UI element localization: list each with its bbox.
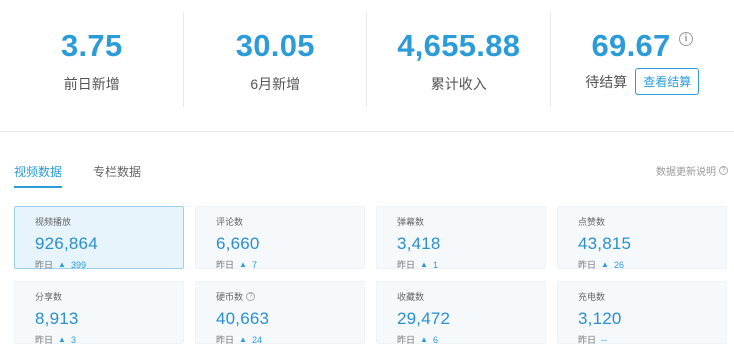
stat-value: 4,655.88 — [397, 28, 521, 63]
update-note-label: 数据更新说明 — [656, 167, 716, 178]
metric-value: 6,660 — [216, 234, 260, 253]
stat-label: 累计收入 — [430, 76, 487, 92]
data-tabs: 视频数据 专栏数据 — [14, 163, 141, 188]
arrow-up-icon: ▲ — [601, 260, 609, 269]
metric-delta: -- — [601, 334, 608, 345]
tab-column-data[interactable]: 专栏数据 — [93, 163, 141, 188]
stat-label: 待结算 — [585, 73, 628, 90]
metric-card-coins[interactable]: 硬币数 ? 40,663 昨日 ▲ 24 — [195, 281, 365, 346]
section-divider — [0, 131, 734, 132]
stat-value: 30.05 — [235, 28, 315, 63]
metric-card-shares[interactable]: 分享数 8,913 昨日 ▲ 3 — [14, 281, 184, 346]
stat-month: 30.05 6月新增 — [184, 0, 367, 130]
stat-value: 69.67 — [591, 28, 671, 63]
metric-delta: 1 — [432, 259, 438, 270]
metric-delta: 3 — [70, 334, 76, 345]
metric-delta: 24 — [251, 334, 262, 345]
arrow-up-icon: ▲ — [239, 335, 247, 344]
metric-value: 40,663 — [216, 309, 270, 328]
metric-title: 分享数 — [35, 292, 63, 302]
stat-label: 前日新增 — [63, 76, 120, 92]
stat-previous-day: 3.75 前日新增 — [0, 0, 184, 130]
question-icon[interactable]: ? — [246, 292, 256, 301]
metric-yesterday: 昨日 ▲ 1 — [397, 258, 545, 271]
yesterday-label: 昨日 — [397, 335, 416, 345]
yesterday-label: 昨日 — [216, 260, 235, 270]
metric-yesterday: 昨日 ▲ 24 — [216, 333, 364, 346]
arrow-up-icon: ▲ — [58, 335, 66, 344]
metric-delta: 7 — [251, 259, 257, 270]
metric-title: 收藏数 — [397, 292, 425, 302]
arrow-up-icon: ▲ — [58, 260, 66, 269]
metric-value: 8,913 — [35, 309, 79, 328]
metric-value: 3,120 — [578, 309, 622, 328]
metric-value: 3,418 — [397, 234, 441, 253]
metric-title: 评论数 — [216, 217, 244, 227]
metric-card-charges[interactable]: 充电数 3,120 昨日 -- — [557, 281, 727, 346]
metric-title: 弹幕数 — [397, 217, 425, 227]
metric-card-views[interactable]: 视频播放 926,864 昨日 ▲ 399 — [14, 206, 184, 271]
pending-value-row: 69.67 i — [551, 28, 734, 64]
metric-value: 43,815 — [578, 234, 632, 253]
metric-delta: 399 — [70, 259, 86, 270]
metric-title: 点赞数 — [578, 217, 606, 227]
metric-yesterday: 昨日 ▲ 6 — [397, 333, 545, 346]
yesterday-label: 昨日 — [397, 260, 416, 270]
metric-title: 视频播放 — [35, 217, 72, 227]
yesterday-label: 昨日 — [35, 260, 54, 270]
metric-delta: 26 — [613, 259, 624, 270]
metric-title: 硬币数 — [216, 292, 244, 302]
data-update-note[interactable]: 数据更新说明 ? — [656, 163, 728, 178]
metric-yesterday: 昨日 ▲ 7 — [216, 258, 364, 271]
metric-title: 充电数 — [578, 292, 606, 302]
yesterday-label: 昨日 — [216, 335, 235, 345]
metric-yesterday: 昨日 ▲ 399 — [35, 258, 183, 271]
metric-card-likes[interactable]: 点赞数 43,815 昨日 ▲ 26 — [557, 206, 727, 271]
metric-title-row: 硬币数 ? — [216, 290, 364, 303]
stat-value: 3.75 — [60, 28, 123, 63]
tab-video-data[interactable]: 视频数据 — [14, 163, 63, 188]
metric-yesterday: 昨日 -- — [578, 333, 726, 346]
stat-label: 6月新增 — [250, 76, 301, 92]
stat-total: 4,655.88 累计收入 — [367, 0, 551, 130]
metric-card-comments[interactable]: 评论数 6,660 昨日 ▲ 7 — [195, 206, 365, 271]
income-stats: 3.75 前日新增 30.05 6月新增 4,655.88 累计收入 69.67… — [0, 0, 734, 130]
yesterday-label: 昨日 — [578, 260, 597, 270]
arrow-up-icon: ▲ — [420, 335, 428, 344]
metric-value: 29,472 — [397, 309, 451, 328]
yesterday-label: 昨日 — [35, 335, 54, 345]
metric-value: 926,864 — [35, 234, 98, 253]
metric-delta: 6 — [432, 334, 438, 345]
pending-label-row: 待结算 查看结算 — [551, 68, 734, 95]
yesterday-label: 昨日 — [578, 335, 597, 345]
metric-yesterday: 昨日 ▲ 26 — [578, 258, 726, 271]
info-icon[interactable]: i — [679, 32, 694, 46]
metric-card-danmaku[interactable]: 弹幕数 3,418 昨日 ▲ 1 — [376, 206, 546, 271]
metric-yesterday: 昨日 ▲ 3 — [35, 333, 183, 346]
arrow-up-icon: ▲ — [420, 260, 428, 269]
stat-pending: 69.67 i 待结算 查看结算 — [551, 0, 734, 130]
view-settlement-button[interactable]: 查看结算 — [635, 68, 700, 95]
question-icon: ? — [719, 166, 728, 175]
arrow-up-icon: ▲ — [239, 260, 247, 269]
metric-card-favorites[interactable]: 收藏数 29,472 昨日 ▲ 6 — [376, 281, 546, 346]
